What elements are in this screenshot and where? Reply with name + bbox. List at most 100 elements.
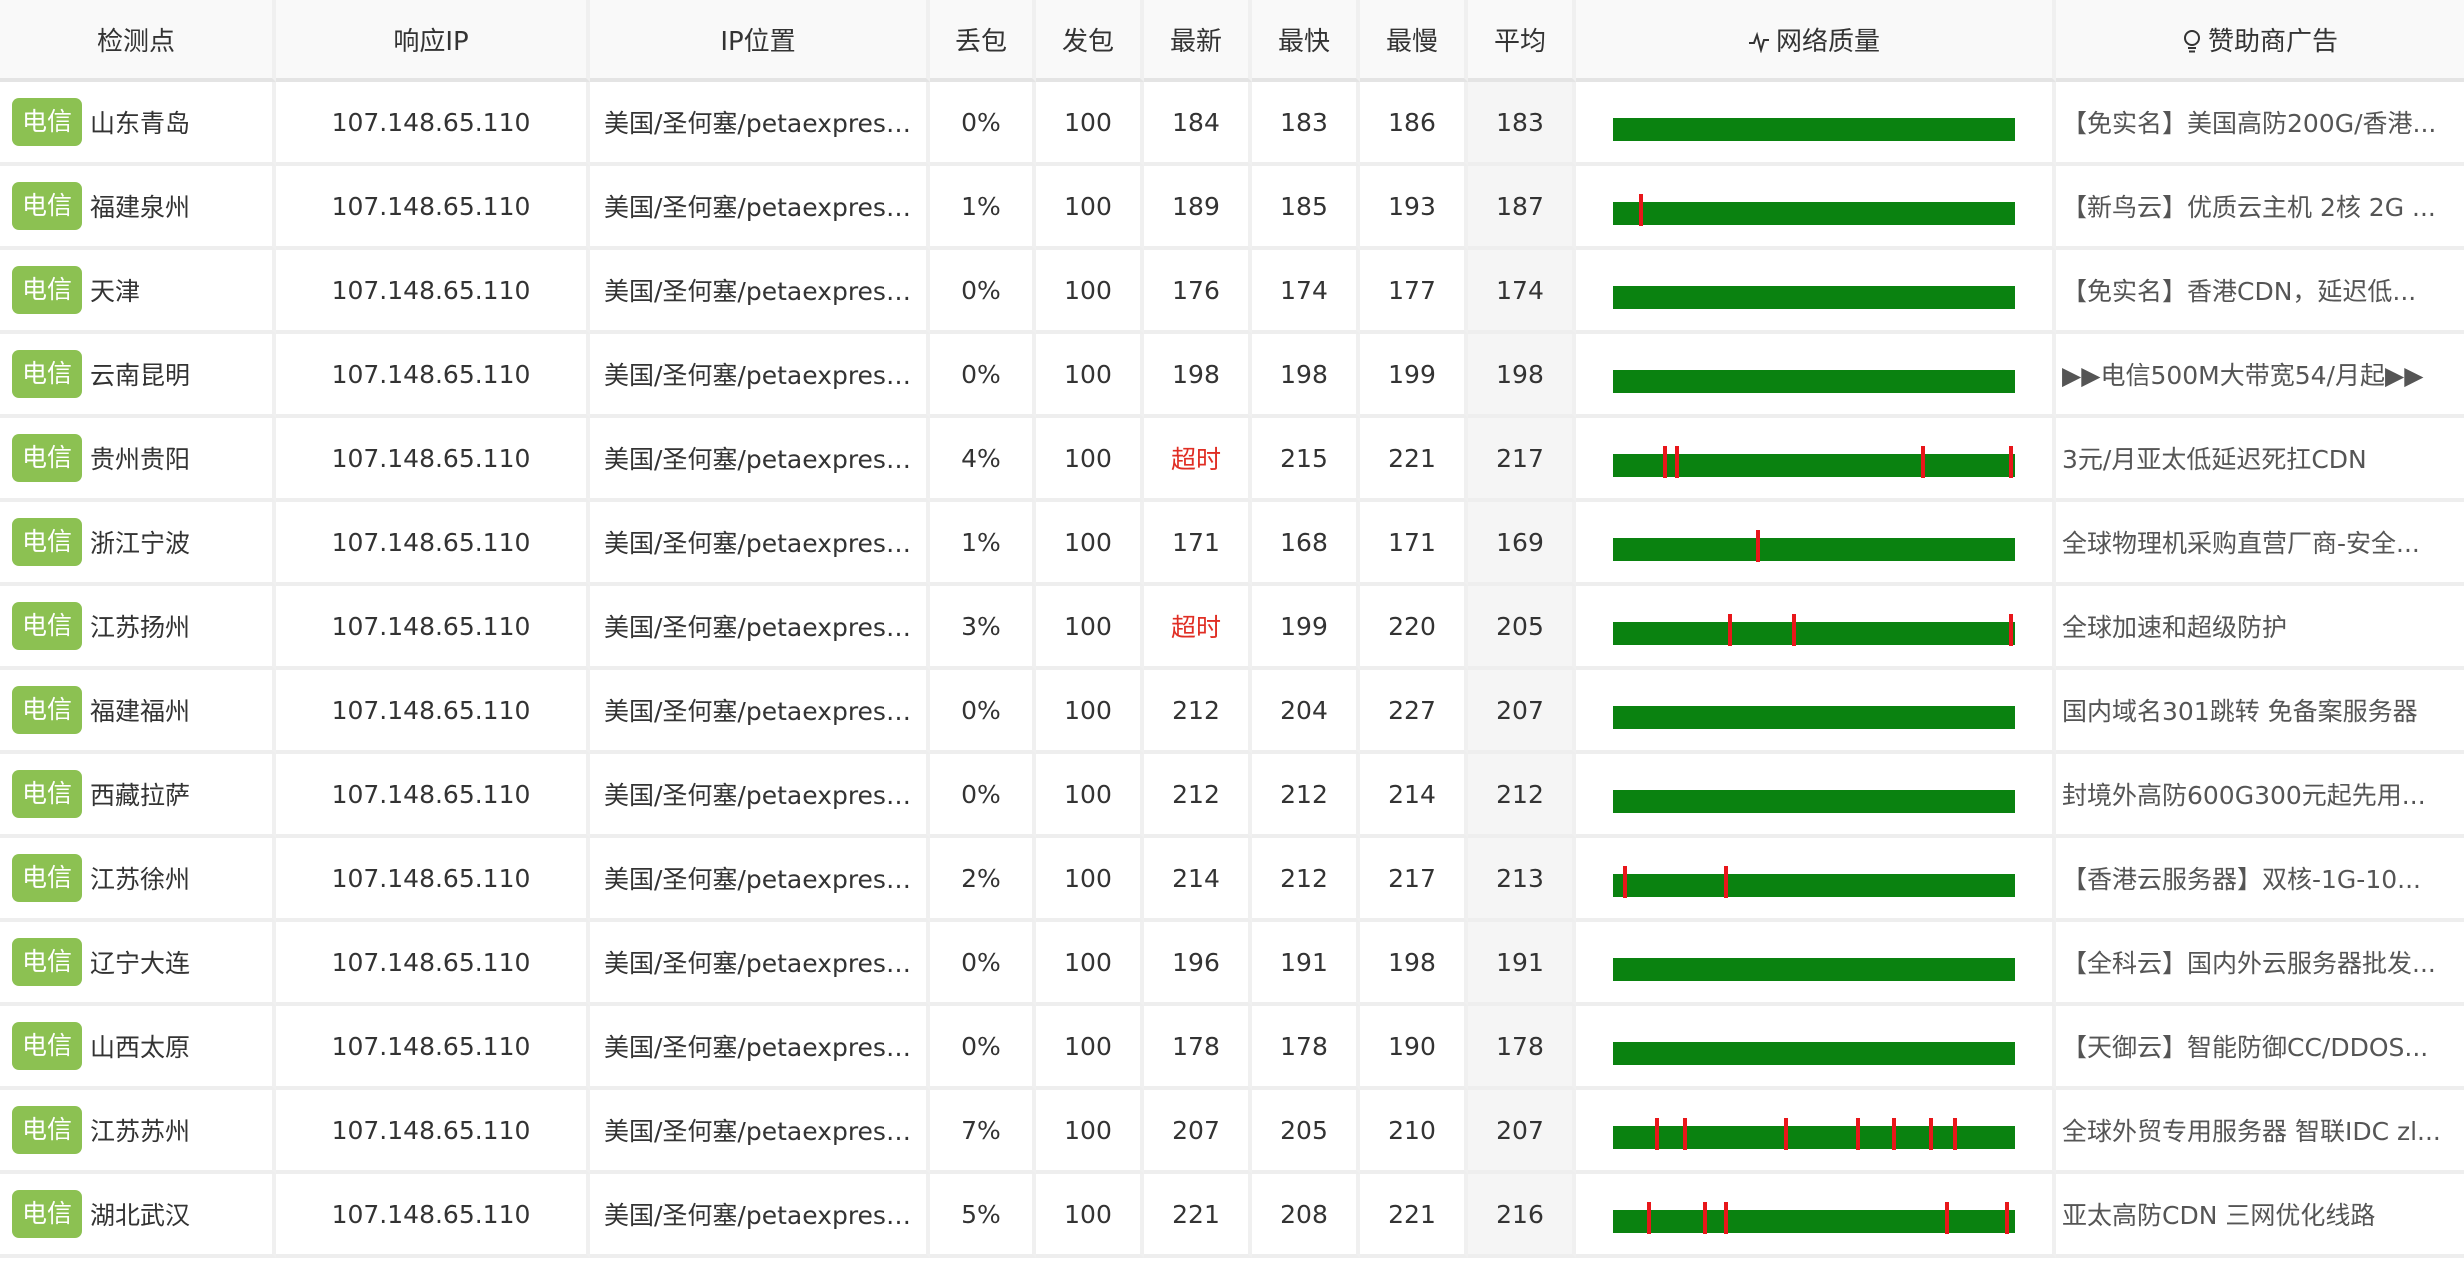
packet-loss-mark	[1663, 446, 1668, 478]
sent-cell: 100	[1036, 922, 1144, 1006]
table-row[interactable]: 电信 山西太原 107.148.65.110 美国/圣何塞/petaexpress..…	[0, 1006, 2464, 1090]
packet-loss-mark	[1791, 614, 1796, 646]
sent-cell: 100	[1036, 1090, 1144, 1174]
table-body: 电信 山东青岛 107.148.65.110 美国/圣何塞/petaexpress..…	[0, 82, 2464, 1258]
table-row[interactable]: 电信 江苏扬州 107.148.65.110 美国/圣何塞/petaexpress..…	[0, 586, 2464, 670]
table-row[interactable]: 电信 浙江宁波 107.148.65.110 美国/圣何塞/petaexpress..…	[0, 502, 2464, 586]
quality-cell	[1576, 1090, 2056, 1174]
latest-cell: 198	[1144, 334, 1252, 418]
fastest-cell: 204	[1252, 670, 1360, 754]
table-row[interactable]: 电信 湖北武汉 107.148.65.110 美国/圣何塞/petaexpress..…	[0, 1174, 2464, 1258]
packet-loss-mark	[2004, 1202, 2009, 1234]
table-row[interactable]: 电信 西藏拉萨 107.148.65.110 美国/圣何塞/petaexpress..…	[0, 754, 2464, 838]
sponsor-ad-cell[interactable]: 国内域名301跳转 免备案服务器	[2056, 670, 2464, 754]
sponsor-ad-cell[interactable]: 全球加速和超级防护	[2056, 586, 2464, 670]
quality-bar	[1613, 370, 2015, 393]
quality-cell	[1576, 418, 2056, 502]
quality-bar	[1613, 538, 2015, 561]
ip-cell: 107.148.65.110	[276, 670, 590, 754]
node-name: 天津	[90, 277, 141, 306]
table-row[interactable]: 电信 辽宁大连 107.148.65.110 美国/圣何塞/petaexpress..…	[0, 922, 2464, 1006]
sponsor-ad-cell[interactable]: 【新鸟云】优质云主机 2核 2G ...	[2056, 166, 2464, 250]
header-fastest[interactable]: 最快	[1252, 0, 1360, 82]
average-cell: 183	[1468, 82, 1576, 166]
header-sent[interactable]: 发包	[1036, 0, 1144, 82]
sponsor-ad-cell[interactable]: 3元/月亚太低延迟死扛CDN	[2056, 418, 2464, 502]
table-row[interactable]: 电信 江苏徐州 107.148.65.110 美国/圣何塞/petaexpress..…	[0, 838, 2464, 922]
packet-loss-mark	[1783, 1118, 1788, 1150]
sponsor-ad-cell[interactable]: 【免实名】香港CDN，延迟低...	[2056, 250, 2464, 334]
header-slowest[interactable]: 最慢	[1360, 0, 1468, 82]
sponsor-ad-cell[interactable]: 全球物理机采购直营厂商-安全...	[2056, 502, 2464, 586]
sent-cell: 100	[1036, 1174, 1144, 1258]
loss-cell: 3%	[930, 586, 1036, 670]
packet-loss-mark	[1683, 1118, 1688, 1150]
loss-cell: 1%	[930, 166, 1036, 250]
slowest-cell: 221	[1360, 1174, 1468, 1258]
isp-badge: 电信	[12, 854, 83, 902]
header-loss[interactable]: 丢包	[930, 0, 1036, 82]
header-latest[interactable]: 最新	[1144, 0, 1252, 82]
average-cell: 187	[1468, 166, 1576, 250]
average-cell: 178	[1468, 1006, 1576, 1090]
table-header: 检测点 响应IP IP位置 丢包 发包 最新 最快 最慢 平均 网络质量 赞助商…	[0, 0, 2464, 82]
packet-loss-mark	[2008, 446, 2013, 478]
pulse-icon	[1748, 31, 1769, 53]
header-location[interactable]: IP位置	[590, 0, 930, 82]
table-row[interactable]: 电信 江苏苏州 107.148.65.110 美国/圣何塞/petaexpress..…	[0, 1090, 2464, 1174]
sponsor-ad-cell[interactable]: 封境外高防600G300元起先用...	[2056, 754, 2464, 838]
table-row[interactable]: 电信 山东青岛 107.148.65.110 美国/圣何塞/petaexpress..…	[0, 82, 2464, 166]
sent-cell: 100	[1036, 586, 1144, 670]
location-cell: 美国/圣何塞/petaexpress...	[590, 922, 930, 1006]
ip-cell: 107.148.65.110	[276, 502, 590, 586]
table-row[interactable]: 电信 天津 107.148.65.110 美国/圣何塞/petaexpress... 0…	[0, 250, 2464, 334]
ping-results-table: 检测点 响应IP IP位置 丢包 发包 最新 最快 最慢 平均 网络质量 赞助商…	[0, 0, 2464, 1258]
table-row[interactable]: 电信 云南昆明 107.148.65.110 美国/圣何塞/petaexpress..…	[0, 334, 2464, 418]
header-quality: 网络质量	[1576, 0, 2056, 82]
sponsor-ad-cell[interactable]: 【香港云服务器】双核-1G-10...	[2056, 838, 2464, 922]
header-quality-label: 网络质量	[1775, 26, 1880, 57]
average-cell: 198	[1468, 334, 1576, 418]
sponsor-ad-cell[interactable]: 【免实名】美国高防200G/香港...	[2056, 82, 2464, 166]
quality-graph	[1613, 854, 2015, 902]
latest-cell: 超时	[1144, 586, 1252, 670]
sent-cell: 100	[1036, 250, 1144, 334]
sponsor-ad-cell[interactable]: ▶▶电信500M大带宽54/月起▶▶	[2056, 334, 2464, 418]
node-cell: 电信 福建福州	[0, 670, 276, 754]
ip-cell: 107.148.65.110	[276, 922, 590, 1006]
packet-loss-mark	[1952, 1118, 1957, 1150]
sponsor-ad-cell[interactable]: 全球外贸专用服务器 智联IDC zl...	[2056, 1090, 2464, 1174]
latest-cell: 212	[1144, 754, 1252, 838]
packet-loss-mark	[1723, 1202, 1728, 1234]
table-row[interactable]: 电信 福建泉州 107.148.65.110 美国/圣何塞/petaexpress..…	[0, 166, 2464, 250]
packet-loss-mark	[1920, 446, 1925, 478]
sponsor-ad-cell[interactable]: 【全科云】国内外云服务器批发...	[2056, 922, 2464, 1006]
average-cell: 174	[1468, 250, 1576, 334]
node-name: 湖北武汉	[90, 1201, 191, 1230]
quality-cell	[1576, 586, 2056, 670]
location-cell: 美国/圣何塞/petaexpress...	[590, 1174, 930, 1258]
node-name: 贵州贵阳	[90, 445, 191, 474]
header-ip[interactable]: 响应IP	[276, 0, 590, 82]
ip-cell: 107.148.65.110	[276, 1174, 590, 1258]
table-row[interactable]: 电信 福建福州 107.148.65.110 美国/圣何塞/petaexpress..…	[0, 670, 2464, 754]
slowest-cell: 217	[1360, 838, 1468, 922]
quality-cell	[1576, 502, 2056, 586]
average-cell: 207	[1468, 1090, 1576, 1174]
header-average[interactable]: 平均	[1468, 0, 1576, 82]
sponsor-ad-cell[interactable]: 【天御云】智能防御CC/DDOS...	[2056, 1006, 2464, 1090]
ip-cell: 107.148.65.110	[276, 586, 590, 670]
average-cell: 191	[1468, 922, 1576, 1006]
quality-bar	[1613, 874, 2015, 897]
header-node[interactable]: 检测点	[0, 0, 276, 82]
sponsor-ad-cell[interactable]: 亚太高防CDN 三网优化线路	[2056, 1174, 2464, 1258]
ip-cell: 107.148.65.110	[276, 838, 590, 922]
table-row[interactable]: 电信 贵州贵阳 107.148.65.110 美国/圣何塞/petaexpress..…	[0, 418, 2464, 502]
slowest-cell: 221	[1360, 418, 1468, 502]
ip-cell: 107.148.65.110	[276, 166, 590, 250]
quality-cell	[1576, 754, 2056, 838]
node-cell: 电信 天津	[0, 250, 276, 334]
quality-cell	[1576, 1174, 2056, 1258]
isp-badge: 电信	[12, 1190, 83, 1238]
packet-loss-mark	[1944, 1202, 1949, 1234]
